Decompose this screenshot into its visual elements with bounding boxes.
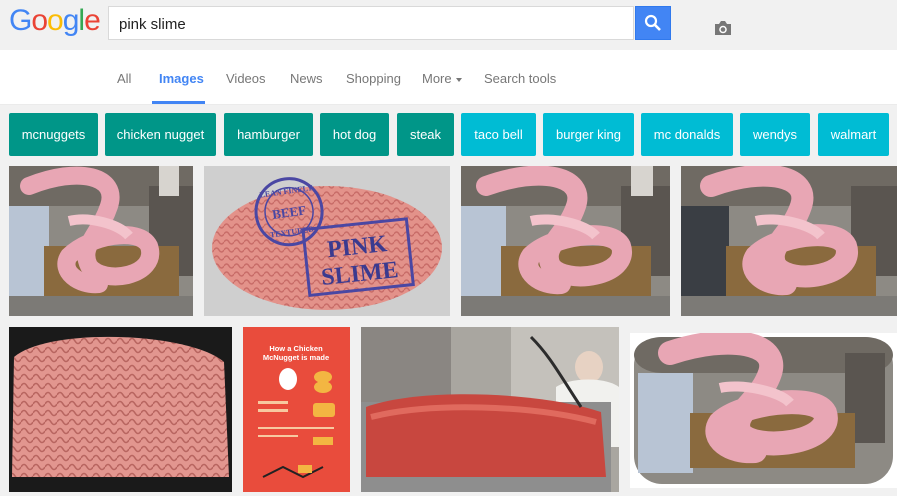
caret-down-icon <box>455 77 462 82</box>
factory-pink-slime-photo <box>681 166 897 316</box>
tab-videos[interactable]: Videos <box>226 71 266 86</box>
google-logo[interactable]: Google <box>9 4 101 38</box>
chip-hamburger[interactable]: hamburger <box>224 113 313 156</box>
logo-letter: G <box>9 4 32 37</box>
image-result-ground-meat[interactable] <box>9 327 232 492</box>
logo-letter: g <box>62 4 80 37</box>
image-result-pink-slime-stamp[interactable]: LEAN FINELY BEEF TEXTURED PINK SLIME <box>204 166 450 316</box>
search-input[interactable] <box>117 13 601 35</box>
chip-hot-dog[interactable]: hot dog <box>320 113 389 156</box>
search-tabs: All Images Videos News Shopping More Sea… <box>0 50 897 105</box>
chip-mc-donalds[interactable]: mc donalds <box>641 113 733 156</box>
image-result-factory-1[interactable] <box>9 166 193 316</box>
tab-more[interactable]: More <box>422 71 462 86</box>
factory-pink-slime-photo <box>461 166 670 316</box>
chip-chicken-nugget[interactable]: chicken nugget <box>105 113 216 156</box>
image-result-factory-3[interactable] <box>681 166 897 316</box>
chip-burger-king[interactable]: burger king <box>543 113 634 156</box>
logo-letter: e <box>84 4 101 37</box>
image-result-mcnugget-poster[interactable]: How a Chicken McNugget is made <box>243 327 350 492</box>
mcnugget-infographic: How a Chicken McNugget is made <box>243 327 350 492</box>
poster-title-line2: McNugget is made <box>263 353 329 362</box>
tab-news[interactable]: News <box>290 71 323 86</box>
chip-steak[interactable]: steak <box>397 113 454 156</box>
ground-meat-photo <box>9 327 232 492</box>
chip-wendys[interactable]: wendys <box>740 113 810 156</box>
active-tab-indicator <box>152 101 205 104</box>
image-result-factory-4[interactable] <box>630 333 897 488</box>
factory-pink-slime-photo <box>9 166 193 316</box>
image-result-worker-meat[interactable] <box>361 327 619 492</box>
search-button[interactable] <box>635 6 671 40</box>
tab-images[interactable]: Images <box>159 71 204 86</box>
chip-walmart[interactable]: walmart <box>818 113 889 156</box>
top-bar: Google <box>0 0 897 50</box>
tab-all[interactable]: All <box>117 71 131 86</box>
logo-letter: o <box>31 4 48 37</box>
tab-search-tools[interactable]: Search tools <box>484 71 556 86</box>
search-icon <box>644 14 661 31</box>
search-box <box>108 6 731 40</box>
factory-pink-slime-photo <box>630 333 897 488</box>
tab-shopping[interactable]: Shopping <box>346 71 401 86</box>
pink-slime-stamp-photo: LEAN FINELY BEEF TEXTURED PINK SLIME <box>204 166 450 316</box>
chip-mcnuggets[interactable]: mcnuggets <box>9 113 98 156</box>
poster-title-line1: How a Chicken <box>269 344 323 353</box>
logo-letter: o <box>47 4 64 37</box>
tab-more-label: More <box>422 71 452 86</box>
worker-with-meat-photo <box>361 327 619 492</box>
image-result-factory-2[interactable] <box>461 166 670 316</box>
chip-taco-bell[interactable]: taco bell <box>461 113 536 156</box>
camera-icon[interactable] <box>713 20 733 36</box>
related-searches: mcnuggets chicken nugget hamburger hot d… <box>0 105 897 165</box>
